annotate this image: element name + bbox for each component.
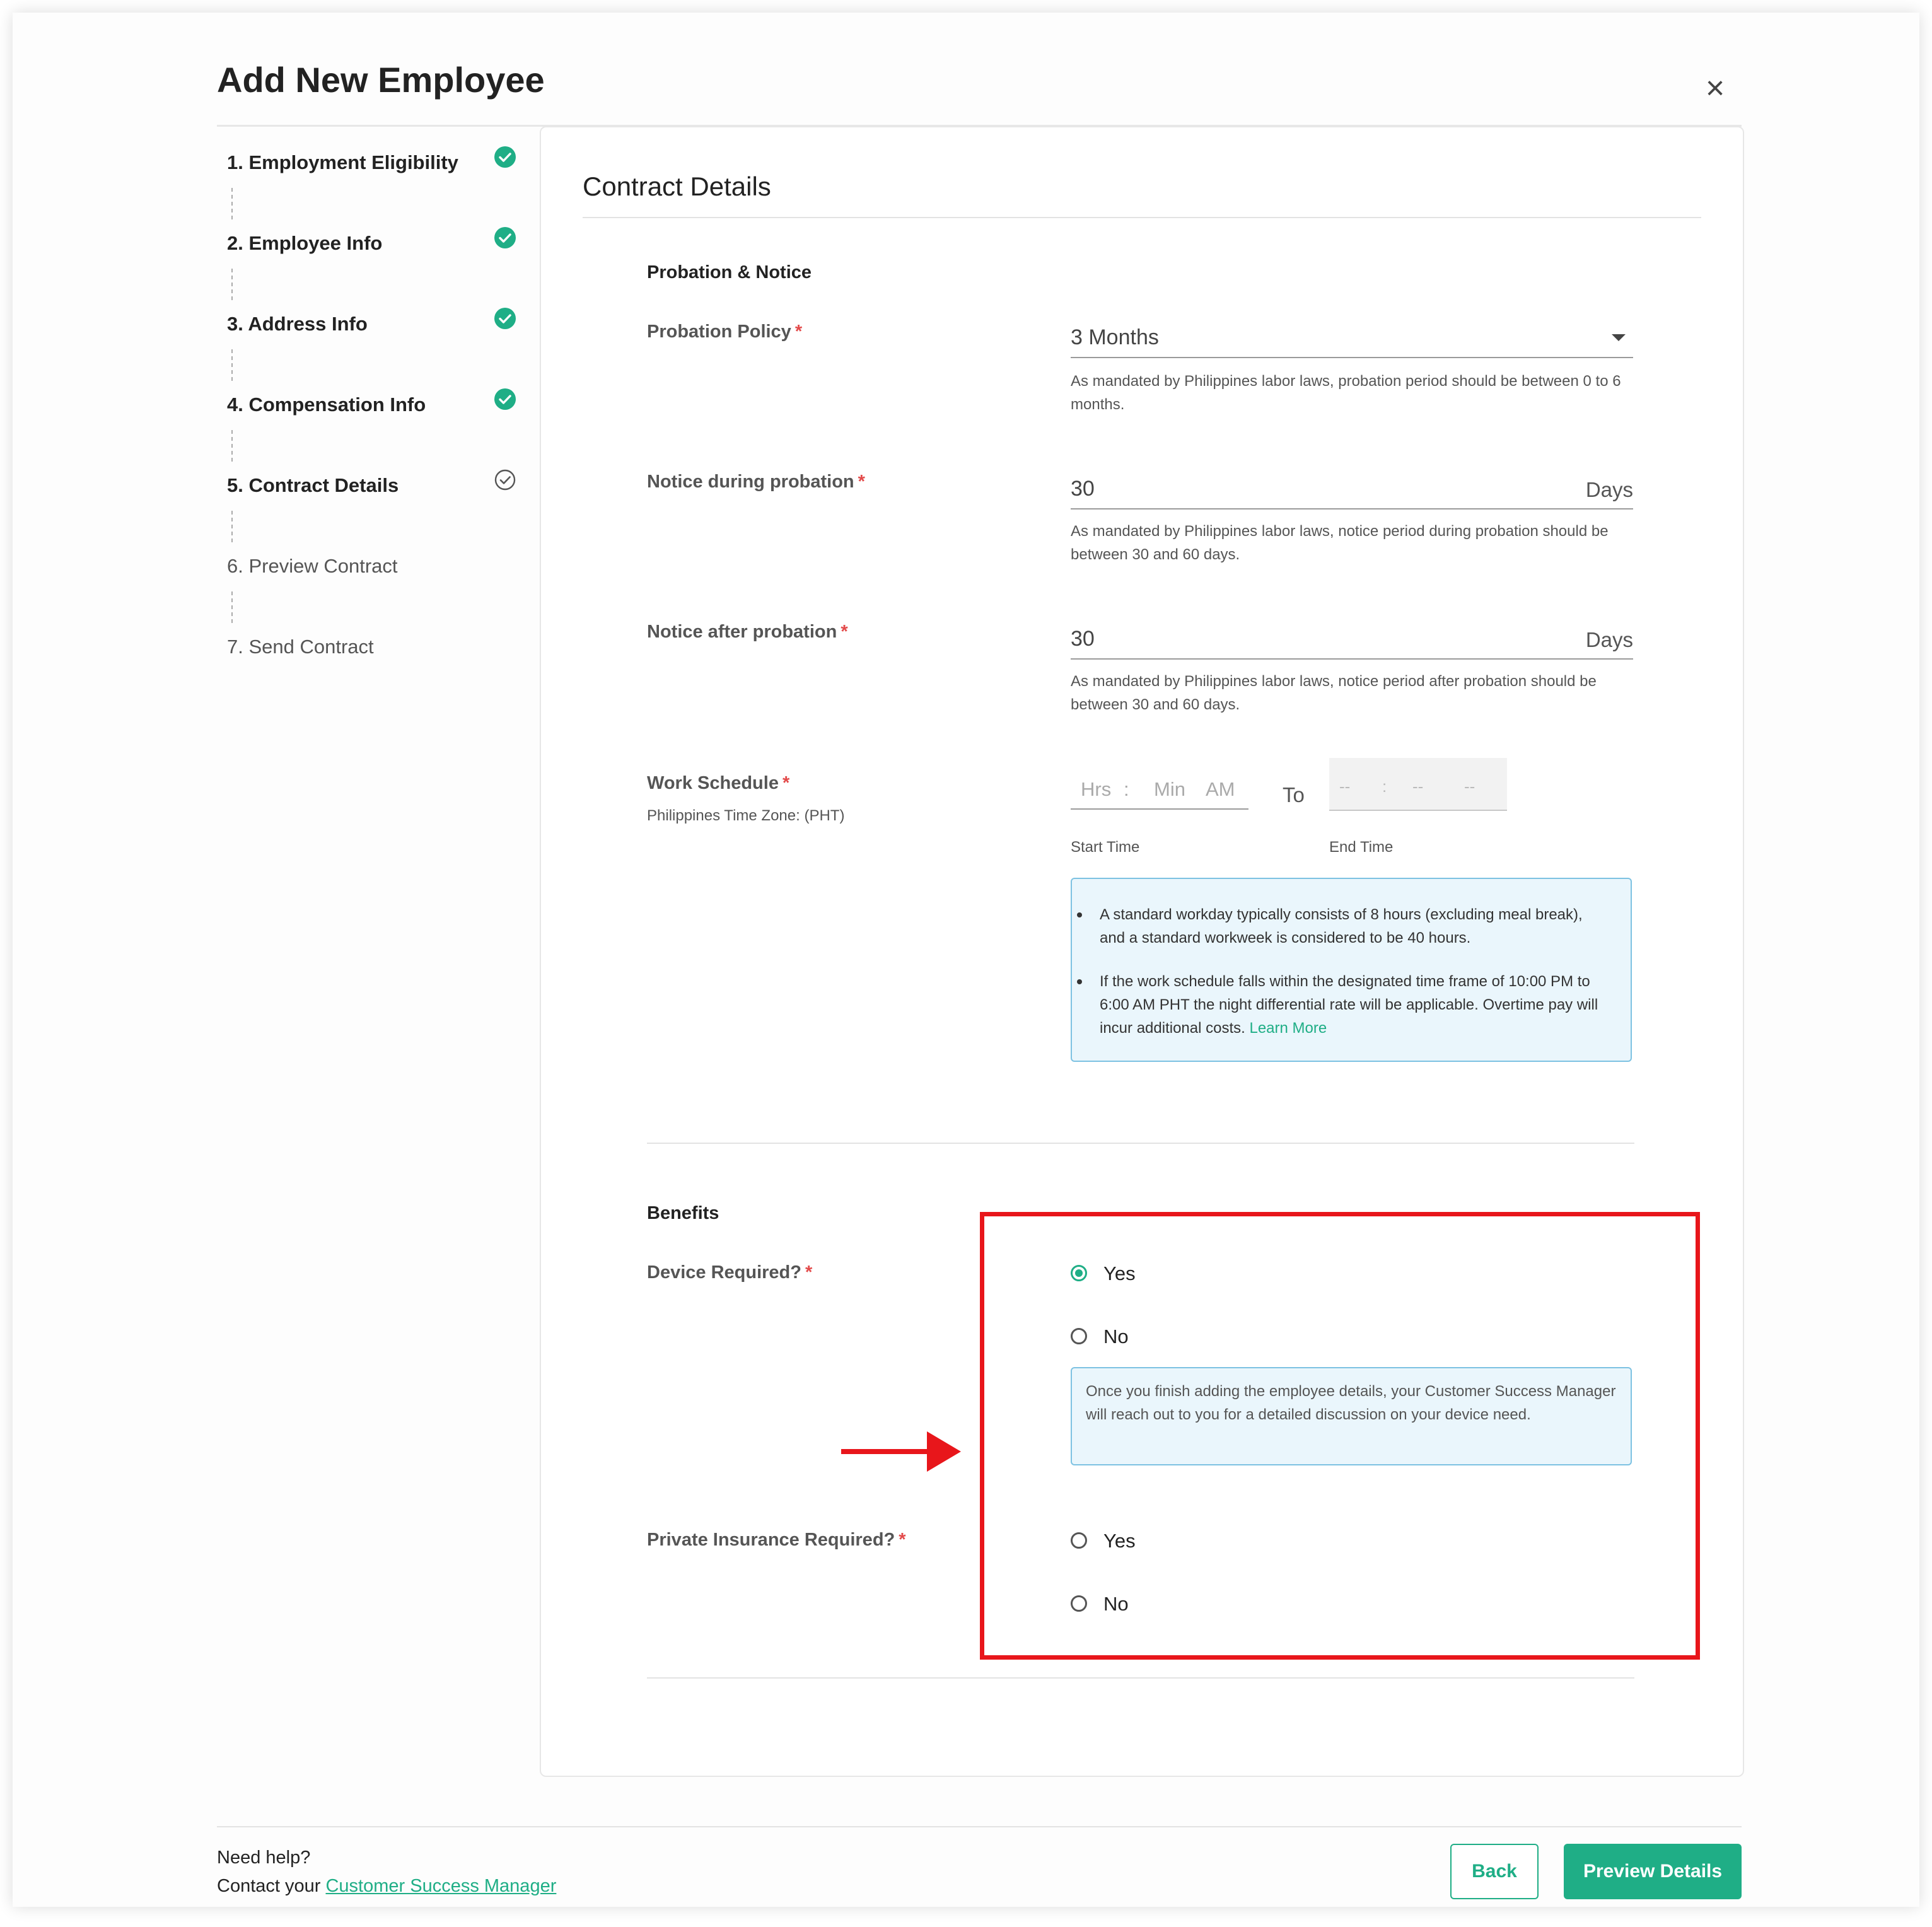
- step-label: 1. Employment Eligibility: [227, 151, 458, 173]
- info-item: If the work schedule falls within the de…: [1077, 970, 1604, 1040]
- step-label: 5. Contract Details: [227, 474, 399, 496]
- step-employment-eligibility[interactable]: 1. Employment Eligibility: [227, 146, 530, 184]
- work-schedule-label: Work Schedule *: [647, 773, 790, 793]
- notice-after-help: As mandated by Philippines labor laws, n…: [1071, 673, 1597, 713]
- start-time-input[interactable]: Hrs : Min AM: [1071, 769, 1248, 810]
- step-employee-info[interactable]: 2. Employee Info: [227, 227, 530, 265]
- probation-policy-help: As mandated by Philippines labor laws, p…: [1071, 373, 1621, 413]
- caret-down-icon: [1612, 334, 1626, 341]
- back-button[interactable]: Back: [1450, 1844, 1539, 1899]
- footer-divider: [217, 1826, 1742, 1827]
- step-compensation-info[interactable]: 4. Compensation Info: [227, 388, 530, 426]
- close-icon[interactable]: ×: [1700, 72, 1730, 105]
- notice-during-help: As mandated by Philippines labor laws, n…: [1071, 523, 1609, 563]
- learn-more-link[interactable]: Learn More: [1249, 1020, 1327, 1037]
- step-address-info[interactable]: 3. Address Info: [227, 308, 530, 346]
- step-label: 4. Compensation Info: [227, 393, 426, 416]
- start-hrs: Hrs: [1081, 778, 1112, 800]
- start-separator: :: [1124, 778, 1129, 800]
- preview-details-button[interactable]: Preview Details: [1564, 1844, 1742, 1899]
- end-ampm: --: [1464, 777, 1475, 796]
- check-circle-filled-icon: [494, 308, 516, 329]
- check-circle-filled-icon: [494, 146, 516, 168]
- step-connector: [231, 511, 233, 542]
- section-divider: [647, 1143, 1634, 1144]
- annotation-highlight-box: [980, 1212, 1700, 1660]
- probation-policy-value: 3 Months: [1071, 325, 1159, 349]
- info-item: A standard workday typically consists of…: [1077, 903, 1604, 950]
- end-hrs: --: [1339, 777, 1351, 796]
- notice-after-input[interactable]: 30 Days: [1071, 620, 1633, 660]
- device-required-label: Device Required? *: [647, 1262, 813, 1283]
- end-separator: :: [1382, 777, 1387, 796]
- step-label: 7. Send Contract: [227, 636, 374, 658]
- notice-after-unit: Days: [1585, 628, 1633, 651]
- notice-during-label: Notice during probation *: [647, 472, 865, 492]
- insurance-required-label: Private Insurance Required? *: [647, 1530, 906, 1550]
- step-connector: [231, 591, 233, 623]
- start-min: Min: [1154, 778, 1185, 800]
- section-probation-notice: Probation & Notice: [647, 262, 812, 282]
- probation-policy-select[interactable]: 3 Months: [1071, 319, 1633, 358]
- need-help-text: Need help?: [217, 1848, 311, 1868]
- check-circle-filled-icon: [494, 227, 516, 248]
- step-preview-contract: 6. Preview Contract: [227, 550, 530, 588]
- step-send-contract: 7. Send Contract: [227, 631, 530, 668]
- check-circle-outline-icon: [494, 469, 516, 491]
- start-ampm: AM: [1206, 778, 1235, 800]
- panel-title-divider: [583, 217, 1701, 218]
- notice-during-value: 30: [1071, 477, 1095, 501]
- panel-title: Contract Details: [583, 172, 771, 201]
- step-connector: [231, 269, 233, 300]
- end-time-caption: End Time: [1329, 839, 1394, 856]
- step-connector: [231, 430, 233, 462]
- section-benefits: Benefits: [647, 1203, 719, 1223]
- notice-during-input[interactable]: 30 Days: [1071, 470, 1633, 509]
- step-connector: [231, 349, 233, 381]
- step-label: 6. Preview Contract: [227, 555, 398, 577]
- end-time-input[interactable]: -- : -- --: [1329, 758, 1507, 811]
- step-contract-details[interactable]: 5. Contract Details: [227, 469, 530, 507]
- start-time-caption: Start Time: [1071, 839, 1140, 856]
- notice-after-value: 30: [1071, 627, 1095, 651]
- contact-text: Contact your Customer Success Manager: [217, 1876, 557, 1896]
- step-label: 2. Employee Info: [227, 232, 383, 254]
- customer-success-manager-link[interactable]: Customer Success Manager: [325, 1876, 556, 1896]
- arrow-right-icon: [841, 1431, 961, 1472]
- modal-title: Add New Employee: [217, 60, 545, 100]
- to-label: To: [1283, 783, 1305, 806]
- notice-after-label: Notice after probation *: [647, 622, 848, 642]
- work-schedule-info: A standard workday typically consists of…: [1071, 878, 1632, 1062]
- add-employee-modal: Add New Employee × 1. Employment Eligibi…: [13, 13, 1919, 1907]
- notice-during-unit: Days: [1585, 478, 1633, 501]
- section-divider: [647, 1677, 1634, 1679]
- end-min: --: [1412, 777, 1424, 796]
- check-circle-filled-icon: [494, 388, 516, 410]
- step-connector: [231, 188, 233, 219]
- probation-policy-label: Probation Policy *: [647, 322, 803, 342]
- step-label: 3. Address Info: [227, 313, 368, 335]
- timezone-label: Philippines Time Zone: (PHT): [647, 807, 845, 824]
